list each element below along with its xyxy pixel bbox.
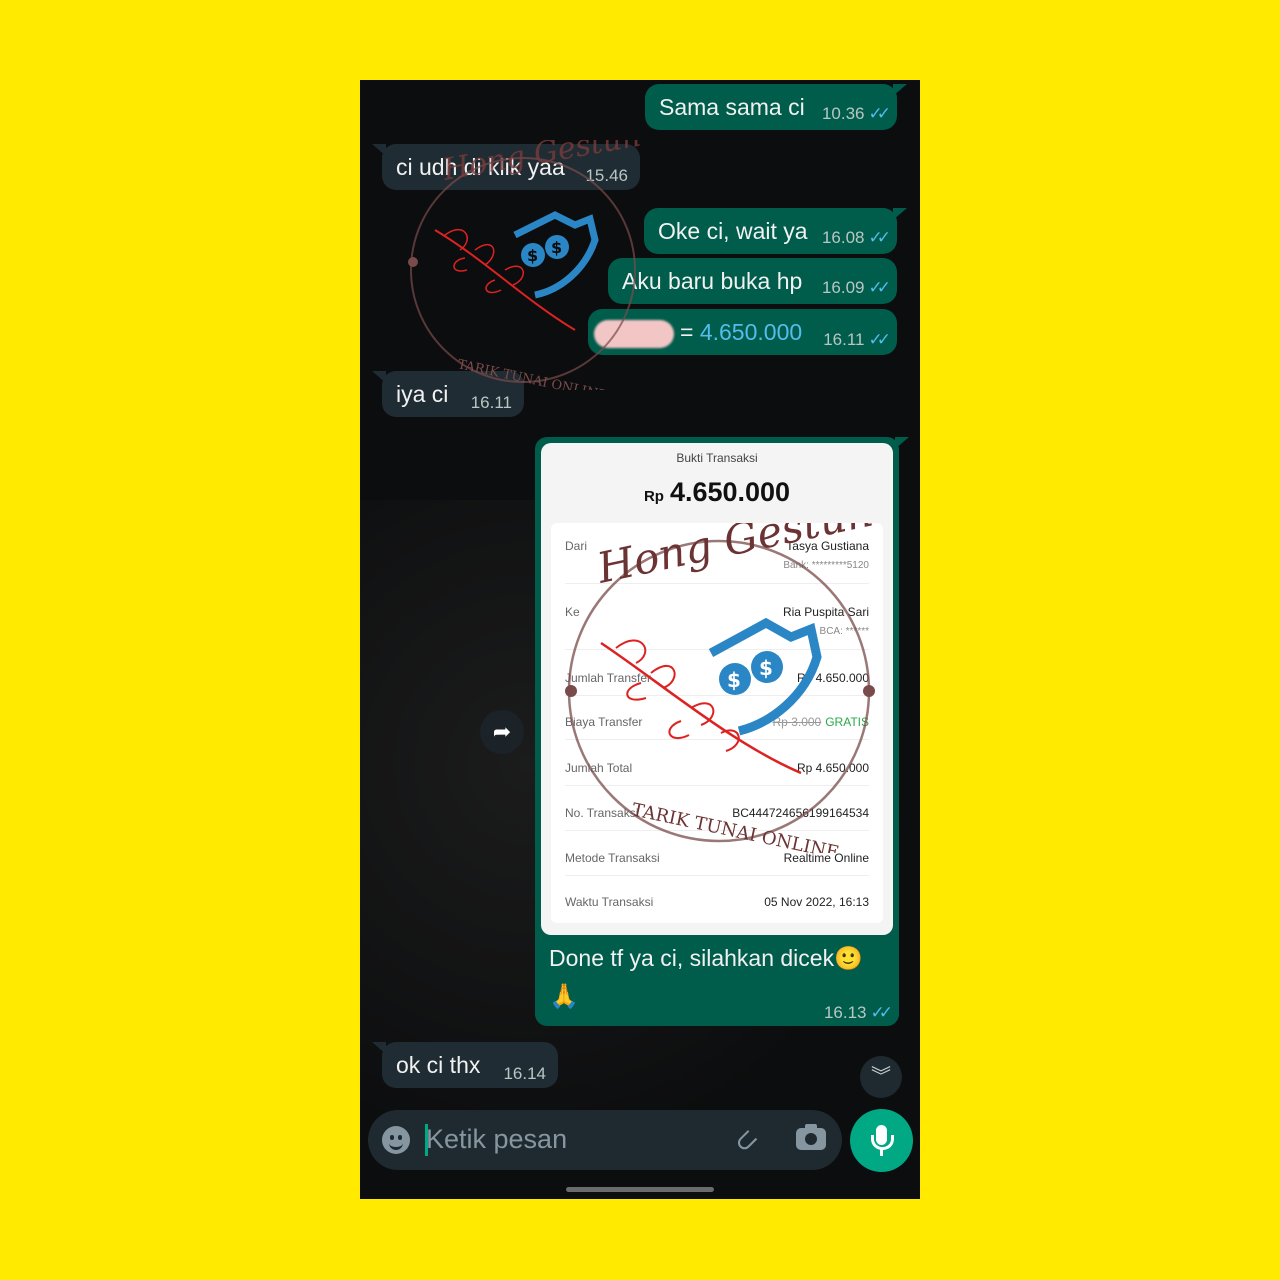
- message-outgoing[interactable]: = 4.650.000 16.11 ✓✓: [588, 309, 897, 355]
- image-caption-line2: 🙏: [549, 983, 579, 1010]
- amount-text: 4.650.000: [699, 319, 803, 345]
- message-outgoing[interactable]: Sama sama ci 10.36 ✓✓: [645, 84, 907, 130]
- message-text: iya ci: [396, 381, 449, 407]
- redacted-patch: [594, 319, 674, 348]
- message-incoming[interactable]: ok ci thx 16.14: [372, 1042, 558, 1088]
- home-indicator[interactable]: [566, 1187, 714, 1192]
- double-check-icon: ✓✓: [868, 104, 891, 123]
- message-time: 16.11 ✓✓: [823, 330, 891, 349]
- image-caption: Done tf ya ci, silahkan dicek🙂: [549, 945, 863, 971]
- message-time: 16.11: [470, 393, 512, 412]
- message-time: 15.46: [585, 166, 628, 185]
- camera-icon[interactable]: [796, 1124, 826, 1150]
- emoji-icon[interactable]: [382, 1126, 410, 1154]
- double-check-icon: ✓✓: [868, 330, 891, 349]
- message-outgoing[interactable]: Oke ci, wait ya 16.08 ✓✓: [644, 208, 907, 254]
- receipt-row-txno: No. Transaksi BC444724656199164534: [565, 806, 869, 820]
- message-input-bar: Ketik pesan ⊂: [368, 1110, 842, 1170]
- message-time: 16.14: [503, 1064, 546, 1083]
- message-text: Aku baru buka hp: [622, 268, 803, 294]
- message-text: ci udh di klik yaa: [396, 154, 565, 180]
- message-time: 10.36 ✓✓: [821, 104, 891, 123]
- message-text: Sama sama ci: [659, 94, 805, 120]
- receipt-row-method: Metode Transaksi Realtime Online: [565, 851, 869, 865]
- svg-text:$: $: [527, 246, 538, 265]
- receipt-row-amount: Jumlah Transfer Rp 4.650.000: [565, 671, 869, 685]
- receipt-row-total: Jumlah Total Rp 4.650.000: [565, 761, 869, 775]
- message-incoming[interactable]: iya ci 16.11: [372, 371, 524, 417]
- message-time: 16.08 ✓✓: [821, 228, 891, 247]
- message-incoming[interactable]: ci udh di klik yaa 15.46: [372, 144, 640, 190]
- message-text: = 4.650.000: [594, 319, 802, 348]
- forward-icon[interactable]: ➦: [480, 710, 524, 754]
- receipt-row-to: Ke Ria Puspita Sari BCA: ******: [565, 605, 869, 637]
- message-input[interactable]: Ketik pesan: [426, 1124, 567, 1155]
- receipt-row-fee: Biaya Transfer Rp 3.000 GRATIS: [565, 715, 869, 729]
- transaction-receipt-image[interactable]: Bukti Transaksi Rp 4.650.000 Dari Tasya Gu…: [541, 443, 893, 935]
- microphone-icon[interactable]: [850, 1109, 913, 1172]
- paperclip-icon[interactable]: ⊂: [726, 1121, 766, 1161]
- message-time: 16.13 ✓✓: [823, 1003, 893, 1022]
- svg-text:$: $: [551, 238, 562, 257]
- receipt-title: Bukti Transaksi: [676, 451, 758, 465]
- message-outgoing-image[interactable]: Bukti Transaksi Rp 4.650.000 Dari Tasya Gu…: [535, 437, 909, 1026]
- message-text: Oke ci, wait ya: [658, 218, 808, 244]
- chevron-double-down-icon[interactable]: ︾: [860, 1056, 902, 1098]
- message-time: 16.09 ✓✓: [821, 278, 891, 297]
- double-check-icon: ✓✓: [870, 1003, 893, 1022]
- receipt-row-from: Dari Tasya Gustiana Bank: *********5120: [565, 539, 869, 571]
- message-outgoing[interactable]: Aku baru buka hp 16.09 ✓✓: [608, 258, 897, 304]
- receipt-row-time: Waktu Transaksi 05 Nov 2022, 16:13: [565, 895, 869, 909]
- chat-screen: Sama sama ci 10.36 ✓✓ ci udh di klik yaa …: [360, 80, 920, 1199]
- double-check-icon: ✓✓: [868, 228, 891, 247]
- double-check-icon: ✓✓: [868, 278, 891, 297]
- message-text: ok ci thx: [396, 1052, 481, 1078]
- receipt-amount: Rp 4.650.000: [643, 477, 791, 507]
- receipt-details: Dari Tasya Gustiana Bank: *********5120 Ke…: [551, 523, 883, 923]
